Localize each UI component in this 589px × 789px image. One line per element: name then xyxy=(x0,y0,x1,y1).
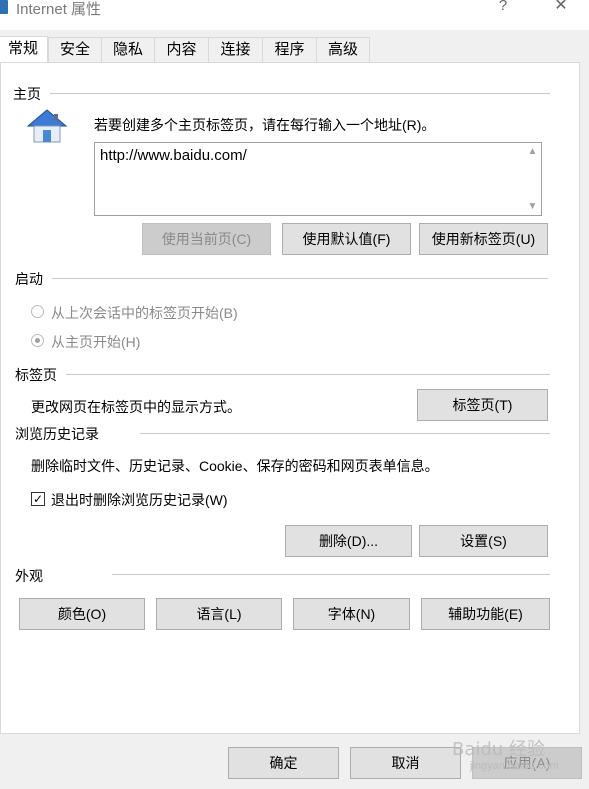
tab-general[interactable]: 常规 xyxy=(0,36,48,63)
tab-programs[interactable]: 程序 xyxy=(262,37,317,62)
appearance-group-divider xyxy=(112,574,550,575)
home-instruction: 若要创建多个主页标签页，请在每行输入一个地址(R)。 xyxy=(94,117,436,133)
radio-home-label: 从主页开始(H) xyxy=(51,334,141,350)
languages-button[interactable]: 语言(L) xyxy=(156,598,282,630)
colors-button[interactable]: 颜色(O) xyxy=(19,598,145,630)
startup-group-divider xyxy=(52,278,548,279)
window-title: Internet 属性 xyxy=(16,1,102,18)
delete-on-exit-checkbox[interactable]: ✓ xyxy=(31,492,45,506)
use-new-tab-button[interactable]: 使用新标签页(U) xyxy=(419,223,548,255)
tabs-description: 更改网页在标签页中的显示方式。 xyxy=(31,399,241,415)
tabs-settings-button[interactable]: 标签页(T) xyxy=(417,389,548,421)
history-group-divider xyxy=(140,433,550,434)
tab-connections[interactable]: 连接 xyxy=(208,37,263,62)
scroll-down-arrow-icon[interactable]: ▼ xyxy=(524,198,541,215)
home-house-icon xyxy=(26,109,68,143)
close-button[interactable]: ✕ xyxy=(543,0,579,24)
appearance-group-label: 外观 xyxy=(15,568,43,584)
history-settings-button[interactable]: 设置(S) xyxy=(419,525,548,557)
textarea-scrollbar[interactable]: ▲ ▼ xyxy=(524,143,541,215)
use-current-button[interactable]: 使用当前页(C) xyxy=(142,223,271,255)
scroll-up-arrow-icon[interactable]: ▲ xyxy=(524,143,541,160)
radio-last-session-label: 从上次会话中的标签页开始(B) xyxy=(51,305,238,321)
cancel-button[interactable]: 取消 xyxy=(350,747,461,779)
tab-advanced[interactable]: 高级 xyxy=(316,37,370,62)
ok-button[interactable]: 确定 xyxy=(228,747,339,779)
home-url-textarea[interactable]: http://www.baidu.com/ ▲ ▼ xyxy=(94,142,542,216)
tab-content[interactable]: 内容 xyxy=(154,37,209,62)
home-url-value: http://www.baidu.com/ xyxy=(100,147,247,164)
baidu-watermark-url: jingyan.baidu.com xyxy=(470,760,559,772)
home-group-label: 主页 xyxy=(13,86,41,102)
radio-home[interactable] xyxy=(31,334,44,347)
tab-security[interactable]: 安全 xyxy=(48,37,102,62)
history-description: 删除临时文件、历史记录、Cookie、保存的密码和网页表单信息。 xyxy=(31,458,439,474)
tab-privacy[interactable]: 隐私 xyxy=(101,37,155,62)
help-button[interactable]: ? xyxy=(488,0,518,24)
internet-options-icon xyxy=(0,0,8,14)
tabs-group-label: 标签页 xyxy=(15,367,57,383)
history-group-label: 浏览历史记录 xyxy=(15,426,99,442)
radio-last-session[interactable] xyxy=(31,305,44,318)
title-bar: Internet 属性 ? ✕ xyxy=(0,0,589,30)
home-group-divider xyxy=(50,93,550,94)
startup-group-label: 启动 xyxy=(15,271,43,287)
use-default-button[interactable]: 使用默认值(F) xyxy=(282,223,411,255)
baidu-watermark: Baidu 经验 xyxy=(452,739,545,760)
delete-on-exit-label: 退出时删除浏览历史记录(W) xyxy=(51,492,228,508)
fonts-button[interactable]: 字体(N) xyxy=(293,598,410,630)
accessibility-button[interactable]: 辅助功能(E) xyxy=(421,598,550,630)
tabs-group-divider xyxy=(66,374,550,375)
delete-history-button[interactable]: 删除(D)... xyxy=(285,525,412,557)
